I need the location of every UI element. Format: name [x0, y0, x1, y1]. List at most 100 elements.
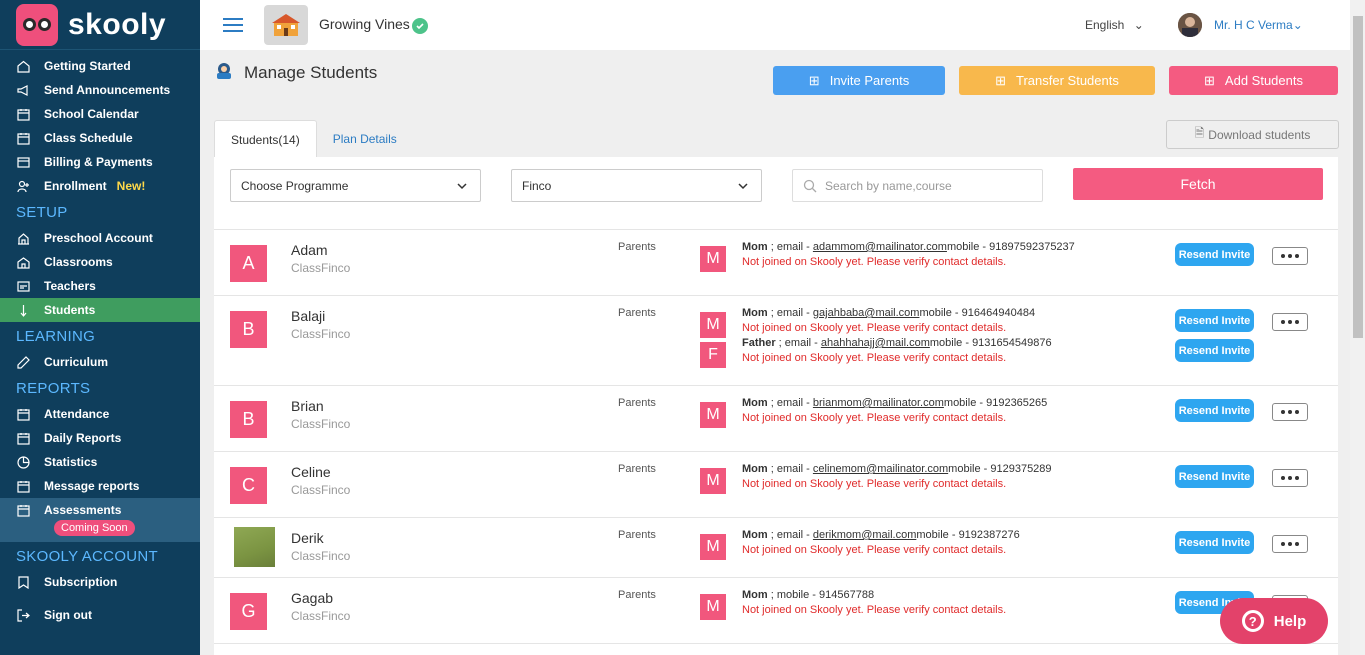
language-select[interactable]: English ⌄ [1085, 18, 1144, 32]
class-select[interactable]: Finco [511, 169, 762, 202]
help-button[interactable]: ? Help [1220, 598, 1328, 644]
student-photo [234, 527, 275, 567]
parent-mobile: 9192365265 [986, 397, 1048, 409]
download-students-button[interactable]: 🗎 Download students [1166, 120, 1339, 149]
parent-email[interactable]: derikmom@mail.com [813, 529, 916, 541]
parent-contact: Mom ; email - gajahbaba@mail.commobile -… [742, 307, 1036, 319]
school-name[interactable]: Growing Vines [319, 16, 428, 34]
parent-email[interactable]: ahahhahajj@mail.com [821, 337, 930, 349]
scrollbar[interactable] [1350, 0, 1365, 655]
pie-chart-icon [16, 455, 30, 469]
sidebar-item-label: Curriculum [44, 355, 109, 369]
more-options-button[interactable] [1272, 535, 1308, 553]
more-options-button[interactable] [1272, 313, 1308, 331]
sidebar-item-label: Preschool Account [44, 231, 153, 245]
sidebar: skooly Getting Started Send Announcements… [0, 0, 200, 655]
resend-invite-button[interactable]: Resend Invite [1175, 531, 1254, 554]
parent-email[interactable]: adammom@mailinator.com [813, 241, 947, 253]
parents-label: Parents [618, 529, 656, 541]
parents-label: Parents [618, 463, 656, 475]
more-options-button[interactable] [1272, 469, 1308, 487]
calendar-icon [16, 431, 30, 445]
sidebar-item-attendance[interactable]: Attendance [0, 402, 200, 426]
teacher-icon [16, 279, 30, 293]
plus-square-icon: ⊞ [1204, 72, 1215, 88]
page-header: Manage Students [214, 62, 377, 83]
fetch-button[interactable]: Fetch [1073, 168, 1323, 200]
student-class: ClassFinco [291, 549, 351, 563]
scroll-thumb[interactable] [1353, 16, 1363, 338]
curriculum-icon [16, 355, 30, 369]
resend-invite-button[interactable]: Resend Invite [1175, 339, 1254, 362]
sidebar-item-enrollment[interactable]: Enrollment New! [0, 174, 200, 198]
resend-invite-button[interactable]: Resend Invite [1175, 309, 1254, 332]
add-students-button[interactable]: ⊞ Add Students [1169, 66, 1338, 95]
sidebar-item-sign-out[interactable]: Sign out [0, 603, 200, 627]
sidebar-item-label: Class Schedule [44, 131, 133, 145]
user-avatar[interactable] [1178, 13, 1202, 37]
sidebar-item-label: Daily Reports [44, 431, 122, 445]
parent-mobile: 9129375289 [990, 463, 1052, 475]
sidebar-item-students[interactable]: Students [0, 298, 200, 322]
resend-invite-button[interactable]: Resend Invite [1175, 465, 1254, 488]
search-input[interactable] [825, 178, 1025, 193]
sidebar-item-billing-payments[interactable]: Billing & Payments [0, 150, 200, 174]
more-options-button[interactable] [1272, 403, 1308, 421]
sidebar-item-subscription[interactable]: Subscription [0, 570, 200, 594]
student-icon [16, 303, 30, 317]
student-name[interactable]: Adam [291, 242, 328, 258]
parent-relation: Mom [742, 589, 768, 601]
sidebar-item-classrooms[interactable]: Classrooms [0, 250, 200, 274]
home-icon [16, 59, 30, 73]
user-add-icon [16, 179, 30, 193]
brand-logo[interactable]: skooly [0, 0, 200, 50]
student-name[interactable]: Gagab [291, 590, 333, 606]
student-name[interactable]: Brian [291, 398, 324, 414]
not-joined-warning: Not joined on Skooly yet. Please verify … [742, 604, 1007, 616]
sidebar-item-school-calendar[interactable]: School Calendar [0, 102, 200, 126]
parents-label: Parents [618, 241, 656, 253]
sidebar-item-curriculum[interactable]: Curriculum [0, 350, 200, 374]
sidebar-item-assessments[interactable]: Assessments Coming Soon [0, 498, 200, 542]
sidebar-item-message-reports[interactable]: Message reports [0, 474, 200, 498]
parent-avatar: M [700, 312, 726, 338]
transfer-students-button[interactable]: ⊞ Transfer Students [959, 66, 1155, 95]
sidebar-item-statistics[interactable]: Statistics [0, 450, 200, 474]
student-class: ClassFinco [291, 483, 351, 497]
sidebar-item-label: School Calendar [44, 107, 139, 121]
student-avatar: A [230, 245, 267, 282]
student-name[interactable]: Derik [291, 530, 324, 546]
menu-toggle-icon[interactable] [223, 18, 243, 32]
parent-mobile: 9192387276 [958, 529, 1020, 541]
parent-mobile: 916464940484 [961, 307, 1036, 319]
resend-invite-button[interactable]: Resend Invite [1175, 243, 1254, 266]
sidebar-item-send-announcements[interactable]: Send Announcements [0, 78, 200, 102]
sidebar-item-daily-reports[interactable]: Daily Reports [0, 426, 200, 450]
parent-avatar: M [700, 402, 726, 428]
sidebar-item-teachers[interactable]: Teachers [0, 274, 200, 298]
invite-parents-button[interactable]: ⊞ Invite Parents [773, 66, 945, 95]
tab-plan-details[interactable]: Plan Details [317, 120, 413, 158]
sidebar-item-preschool-account[interactable]: Preschool Account [0, 226, 200, 250]
sidebar-item-class-schedule[interactable]: Class Schedule [0, 126, 200, 150]
tabs: Students(14) Plan Details [214, 120, 413, 158]
student-name[interactable]: Balaji [291, 308, 325, 324]
not-joined-warning: Not joined on Skooly yet. Please verify … [742, 478, 1007, 490]
parent-email[interactable]: gajahbaba@mail.com [813, 307, 920, 319]
parent-avatar: M [700, 594, 726, 620]
student-class: ClassFinco [291, 327, 351, 341]
programme-select[interactable]: Choose Programme [230, 169, 481, 202]
table-row: Derik ClassFinco Parents M Mom ; email - der… [214, 518, 1338, 578]
parent-email[interactable]: celinemom@mailinator.com [813, 463, 948, 475]
student-name[interactable]: Celine [291, 464, 331, 480]
parent-contact: Mom ; email - brianmom@mailinator.commob… [742, 397, 1048, 409]
chevron-down-icon: ⌄ [1292, 18, 1303, 32]
resend-invite-button[interactable]: Resend Invite [1175, 399, 1254, 422]
more-options-button[interactable] [1272, 247, 1308, 265]
sidebar-item-getting-started[interactable]: Getting Started [0, 54, 200, 78]
parent-email[interactable]: brianmom@mailinator.com [813, 397, 944, 409]
tab-students[interactable]: Students(14) [214, 120, 317, 158]
parent-avatar: M [700, 534, 726, 560]
not-joined-warning: Not joined on Skooly yet. Please verify … [742, 352, 1007, 364]
user-menu[interactable]: Mr. H C Verma⌄ [1214, 18, 1303, 32]
